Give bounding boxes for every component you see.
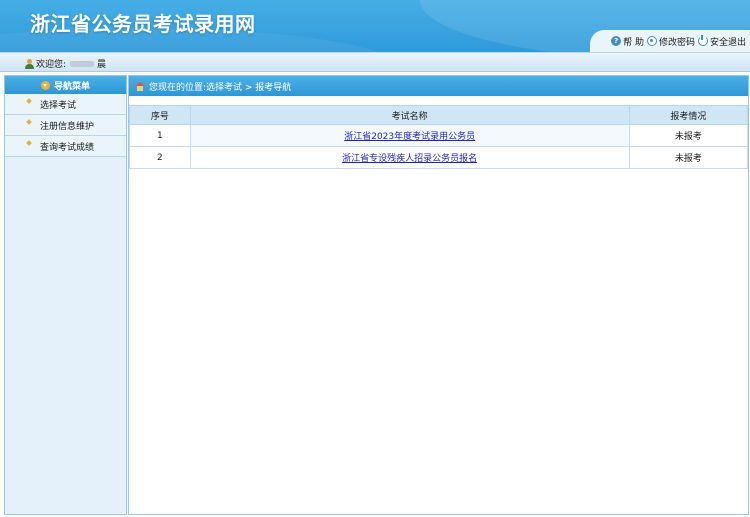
change-password-link[interactable]: 修改密码 [646,35,695,48]
help-icon: ? [611,36,622,46]
change-password-label: 修改密码 [658,37,695,48]
bullet-icon [26,119,32,125]
sidebar-item-label: 查询考试成绩 [40,142,95,153]
help-label: 帮 助 [623,37,644,48]
chevron-down-icon [40,80,50,90]
exam-table: 序号 考试名称 报考情况 1 浙江省2023年度考试录用公务员 未报考 2 浙江… [129,105,749,169]
breadcrumb: 您现在的位置:选择考试 > 报考导航 [129,76,748,96]
table-row: 2 浙江省专设残疾人招录公务员报名 未报考 [129,146,749,169]
bullet-icon [26,140,32,146]
bullet-icon [26,98,32,104]
row-exam-name: 浙江省专设残疾人招录公务员报名 [189,146,630,169]
power-icon [697,35,708,46]
row-status: 未报考 [628,124,749,147]
sidebar-item-label: 选择考试 [40,100,77,111]
row-seq: 1 [129,124,191,147]
sidebar-item-query-scores[interactable]: 查询考试成绩 [5,136,126,157]
user-icon [24,58,34,69]
help-link[interactable]: ? 帮 助 [611,35,644,48]
main-content: 您现在的位置:选择考试 > 报考导航 序号 考试名称 报考情况 1 浙江省202… [128,75,749,515]
username-suffix: 晨 [97,60,107,70]
welcome-greeting: 欢迎您: [36,60,67,70]
sidebar: 导航菜单 选择考试 注册信息维护 查询考试成绩 [4,75,127,515]
nav-menu-header: 导航菜单 [5,76,126,94]
redacted-username [70,60,95,67]
site-title: 浙江省公务员考试录用网 [30,12,256,36]
key-icon [646,36,657,46]
row-status: 未报考 [628,146,749,169]
nav-menu-title: 导航菜单 [53,81,90,92]
column-header-status: 报考情况 [628,105,749,125]
breadcrumb-text: 您现在的位置:选择考试 > 报考导航 [149,82,292,93]
table-header-row: 序号 考试名称 报考情况 [129,105,749,125]
column-header-exam-name: 考试名称 [189,105,630,125]
logout-label: 安全退出 [709,37,746,48]
welcome-bar: 欢迎您: 晨 [0,52,750,72]
exam-link[interactable]: 浙江省2023年度考试录用公务员 [344,132,475,142]
exam-link[interactable]: 浙江省专设残疾人招录公务员报名 [342,154,477,164]
sidebar-item-registration-info[interactable]: 注册信息维护 [5,115,126,136]
sidebar-item-select-exam[interactable]: 选择考试 [5,94,126,115]
sidebar-item-label: 注册信息维护 [40,121,95,132]
logout-link[interactable]: 安全退出 [697,35,746,48]
column-header-seq: 序号 [129,105,191,125]
welcome-message: 欢迎您: 晨 [24,57,106,70]
table-row: 1 浙江省2023年度考试录用公务员 未报考 [129,124,749,147]
row-exam-name: 浙江省2023年度考试录用公务员 [189,124,630,147]
header-links: ? 帮 助 修改密码 安全退出 [590,30,750,52]
row-seq: 2 [129,146,191,169]
home-icon [135,81,145,91]
site-header: 浙江省公务员考试录用网 ? 帮 助 修改密码 安全退出 [0,0,750,52]
